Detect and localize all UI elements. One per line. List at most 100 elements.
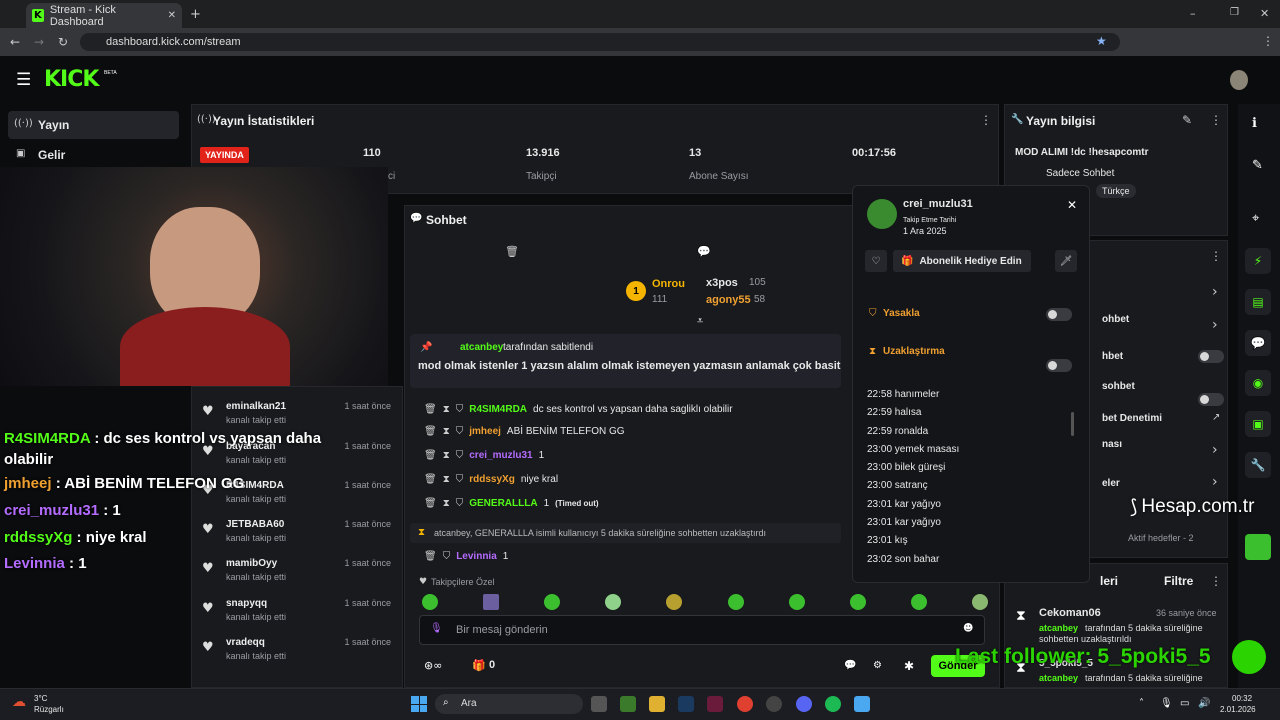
obs-icon[interactable] xyxy=(766,696,782,712)
save-icon[interactable]: ▣ xyxy=(1245,411,1271,437)
app-icon[interactable] xyxy=(707,696,723,712)
heart-icon[interactable]: ♥ xyxy=(202,404,214,419)
follow-button[interactable]: ♡ xyxy=(865,250,887,272)
minecraft-icon[interactable] xyxy=(620,696,636,712)
stats-menu-icon[interactable]: ⋮ xyxy=(980,113,992,127)
mod-button[interactable]: 🗡 xyxy=(1055,250,1077,272)
heart-icon[interactable]: ♥ xyxy=(202,601,214,616)
timeout-icon[interactable]: ⧗ xyxy=(443,450,450,461)
steam-icon[interactable] xyxy=(678,696,694,712)
app-icon[interactable] xyxy=(854,696,870,712)
browser-tab[interactable]: K Stream - Kick Dashboard ✕ xyxy=(26,3,182,28)
heart-icon[interactable]: ♥ xyxy=(202,640,214,655)
close-window-icon[interactable]: ✕ xyxy=(1260,7,1269,20)
emote[interactable] xyxy=(605,594,622,610)
url-field[interactable]: dashboard.kick.com/stream xyxy=(80,33,1120,51)
spotify-icon[interactable] xyxy=(825,696,841,712)
kick-logo[interactable]: KICK xyxy=(44,67,99,92)
timeout-toggle[interactable] xyxy=(1046,359,1072,372)
info-icon[interactable]: ℹ xyxy=(1252,116,1257,131)
gift-icon[interactable]: 🎁 xyxy=(472,659,486,672)
trash-icon[interactable]: 🗑 xyxy=(424,426,437,437)
reload-icon[interactable]: ↻ xyxy=(58,35,68,49)
file-explorer-icon[interactable] xyxy=(649,696,665,712)
taskbar-search[interactable]: ⌕ Ara xyxy=(435,694,583,714)
collapse-icon[interactable]: ⩡ xyxy=(697,314,703,328)
timeout-icon[interactable]: ⧗ xyxy=(443,474,450,485)
close-tab-icon[interactable]: ✕ xyxy=(168,10,176,21)
sidebar-item-yayin[interactable]: ((·)) Yayın xyxy=(8,111,179,139)
close-icon[interactable]: ✕ xyxy=(1067,198,1077,212)
chevron-right-icon[interactable]: › xyxy=(1212,317,1218,333)
external-link-icon[interactable]: ↗ xyxy=(1212,412,1220,423)
chat-username[interactable]: rddssyXg xyxy=(469,474,515,485)
mic-icon[interactable]: 🎙 xyxy=(1160,698,1173,709)
tools-icon[interactable]: 🔧 xyxy=(1245,452,1271,478)
emote[interactable] xyxy=(849,594,866,610)
chevron-right-icon[interactable]: › xyxy=(1212,442,1218,458)
volume-icon[interactable]: 🔊 xyxy=(1198,698,1210,709)
extension-icon[interactable] xyxy=(1245,534,1271,560)
emote[interactable] xyxy=(422,594,438,610)
emote[interactable] xyxy=(483,594,500,610)
chat-username[interactable]: R4SIM4RDA xyxy=(469,404,527,415)
trash-icon[interactable]: 🗑 xyxy=(505,245,519,258)
chat-username[interactable]: crei_muzlu31 xyxy=(469,450,532,461)
windows-start-icon[interactable] xyxy=(411,696,427,712)
emote[interactable] xyxy=(727,594,744,610)
back-icon[interactable]: ← xyxy=(10,35,20,49)
emoji-icon[interactable]: ☻ xyxy=(963,623,973,634)
minimize-icon[interactable]: – xyxy=(1190,7,1196,20)
broadcast-icon[interactable]: ◉ xyxy=(1245,370,1271,396)
emote[interactable] xyxy=(910,594,927,610)
task-view-icon[interactable] xyxy=(591,696,607,712)
chevron-right-icon[interactable]: › xyxy=(1212,284,1218,300)
emote[interactable] xyxy=(971,594,988,610)
chat-icon[interactable]: 💬 xyxy=(1245,330,1271,356)
timeout-icon[interactable]: ⧗ xyxy=(443,404,450,415)
avatar[interactable] xyxy=(1230,70,1248,90)
chat-username[interactable]: GENERALLLA xyxy=(469,498,537,509)
notes-icon[interactable]: ▤ xyxy=(1245,289,1271,315)
pencil-icon[interactable]: ✎ xyxy=(1252,158,1263,173)
history-scrollbar[interactable] xyxy=(1071,412,1074,436)
timeout-icon[interactable]: ⧗ xyxy=(443,498,450,509)
focus-icon[interactable]: ⌖ xyxy=(1252,211,1259,226)
emote[interactable] xyxy=(666,594,683,610)
activity-menu-icon[interactable]: ⋮ xyxy=(1210,574,1222,588)
chat-username[interactable]: Levinnia xyxy=(456,551,497,562)
info-menu-icon[interactable]: ⋮ xyxy=(1210,113,1222,127)
gift-sub-button[interactable]: 🎁 Abonelik Hediye Edin xyxy=(893,250,1031,272)
ban-toggle[interactable] xyxy=(1046,308,1072,321)
chat-input[interactable]: 🎙 Bir mesaj gönderin ☻ xyxy=(419,615,985,645)
quick-action-icon[interactable]: ⚡ xyxy=(1245,248,1271,274)
sidebar-item-gelir[interactable]: ▣ Gelir xyxy=(8,142,179,168)
setting-toggle-2[interactable] xyxy=(1198,393,1224,406)
chat-icon[interactable]: 💬 xyxy=(844,660,856,671)
maximize-icon[interactable]: ❐ xyxy=(1230,7,1239,18)
trash-icon[interactable]: 🗑 xyxy=(424,551,437,562)
trash-icon[interactable]: 🗑 xyxy=(424,404,437,415)
gear-icon[interactable]: ⚙ xyxy=(873,660,882,671)
settings-menu-icon[interactable]: ⋮ xyxy=(1210,249,1222,263)
emote[interactable] xyxy=(788,594,805,610)
network-icon[interactable]: ▭ xyxy=(1180,698,1189,709)
timeout-icon[interactable]: ⧗ xyxy=(443,426,450,437)
chrome-icon[interactable] xyxy=(737,696,753,712)
trash-icon[interactable]: 🗑 xyxy=(424,450,437,461)
puzzle-icon[interactable]: ✱ xyxy=(904,659,914,673)
tray-chevron-icon[interactable]: ˄ xyxy=(1139,698,1144,709)
filter-button[interactable]: Filtre xyxy=(1164,574,1193,588)
forward-icon[interactable]: → xyxy=(34,35,44,49)
chat-username[interactable]: jmheej xyxy=(469,426,501,437)
setting-toggle-1[interactable] xyxy=(1198,350,1224,363)
trash-icon[interactable]: 🗑 xyxy=(424,474,437,485)
trash-icon[interactable]: 🗑 xyxy=(424,498,437,509)
bookmark-star-icon[interactable]: ★ xyxy=(1096,34,1107,48)
chevron-right-icon[interactable]: › xyxy=(1212,474,1218,490)
emote[interactable] xyxy=(544,594,561,610)
new-tab-icon[interactable]: + xyxy=(190,7,201,22)
discord-icon[interactable] xyxy=(796,696,812,712)
hamburger-menu-icon[interactable]: ☰ xyxy=(16,70,31,90)
edit-icon[interactable]: ✎ xyxy=(1182,113,1192,127)
